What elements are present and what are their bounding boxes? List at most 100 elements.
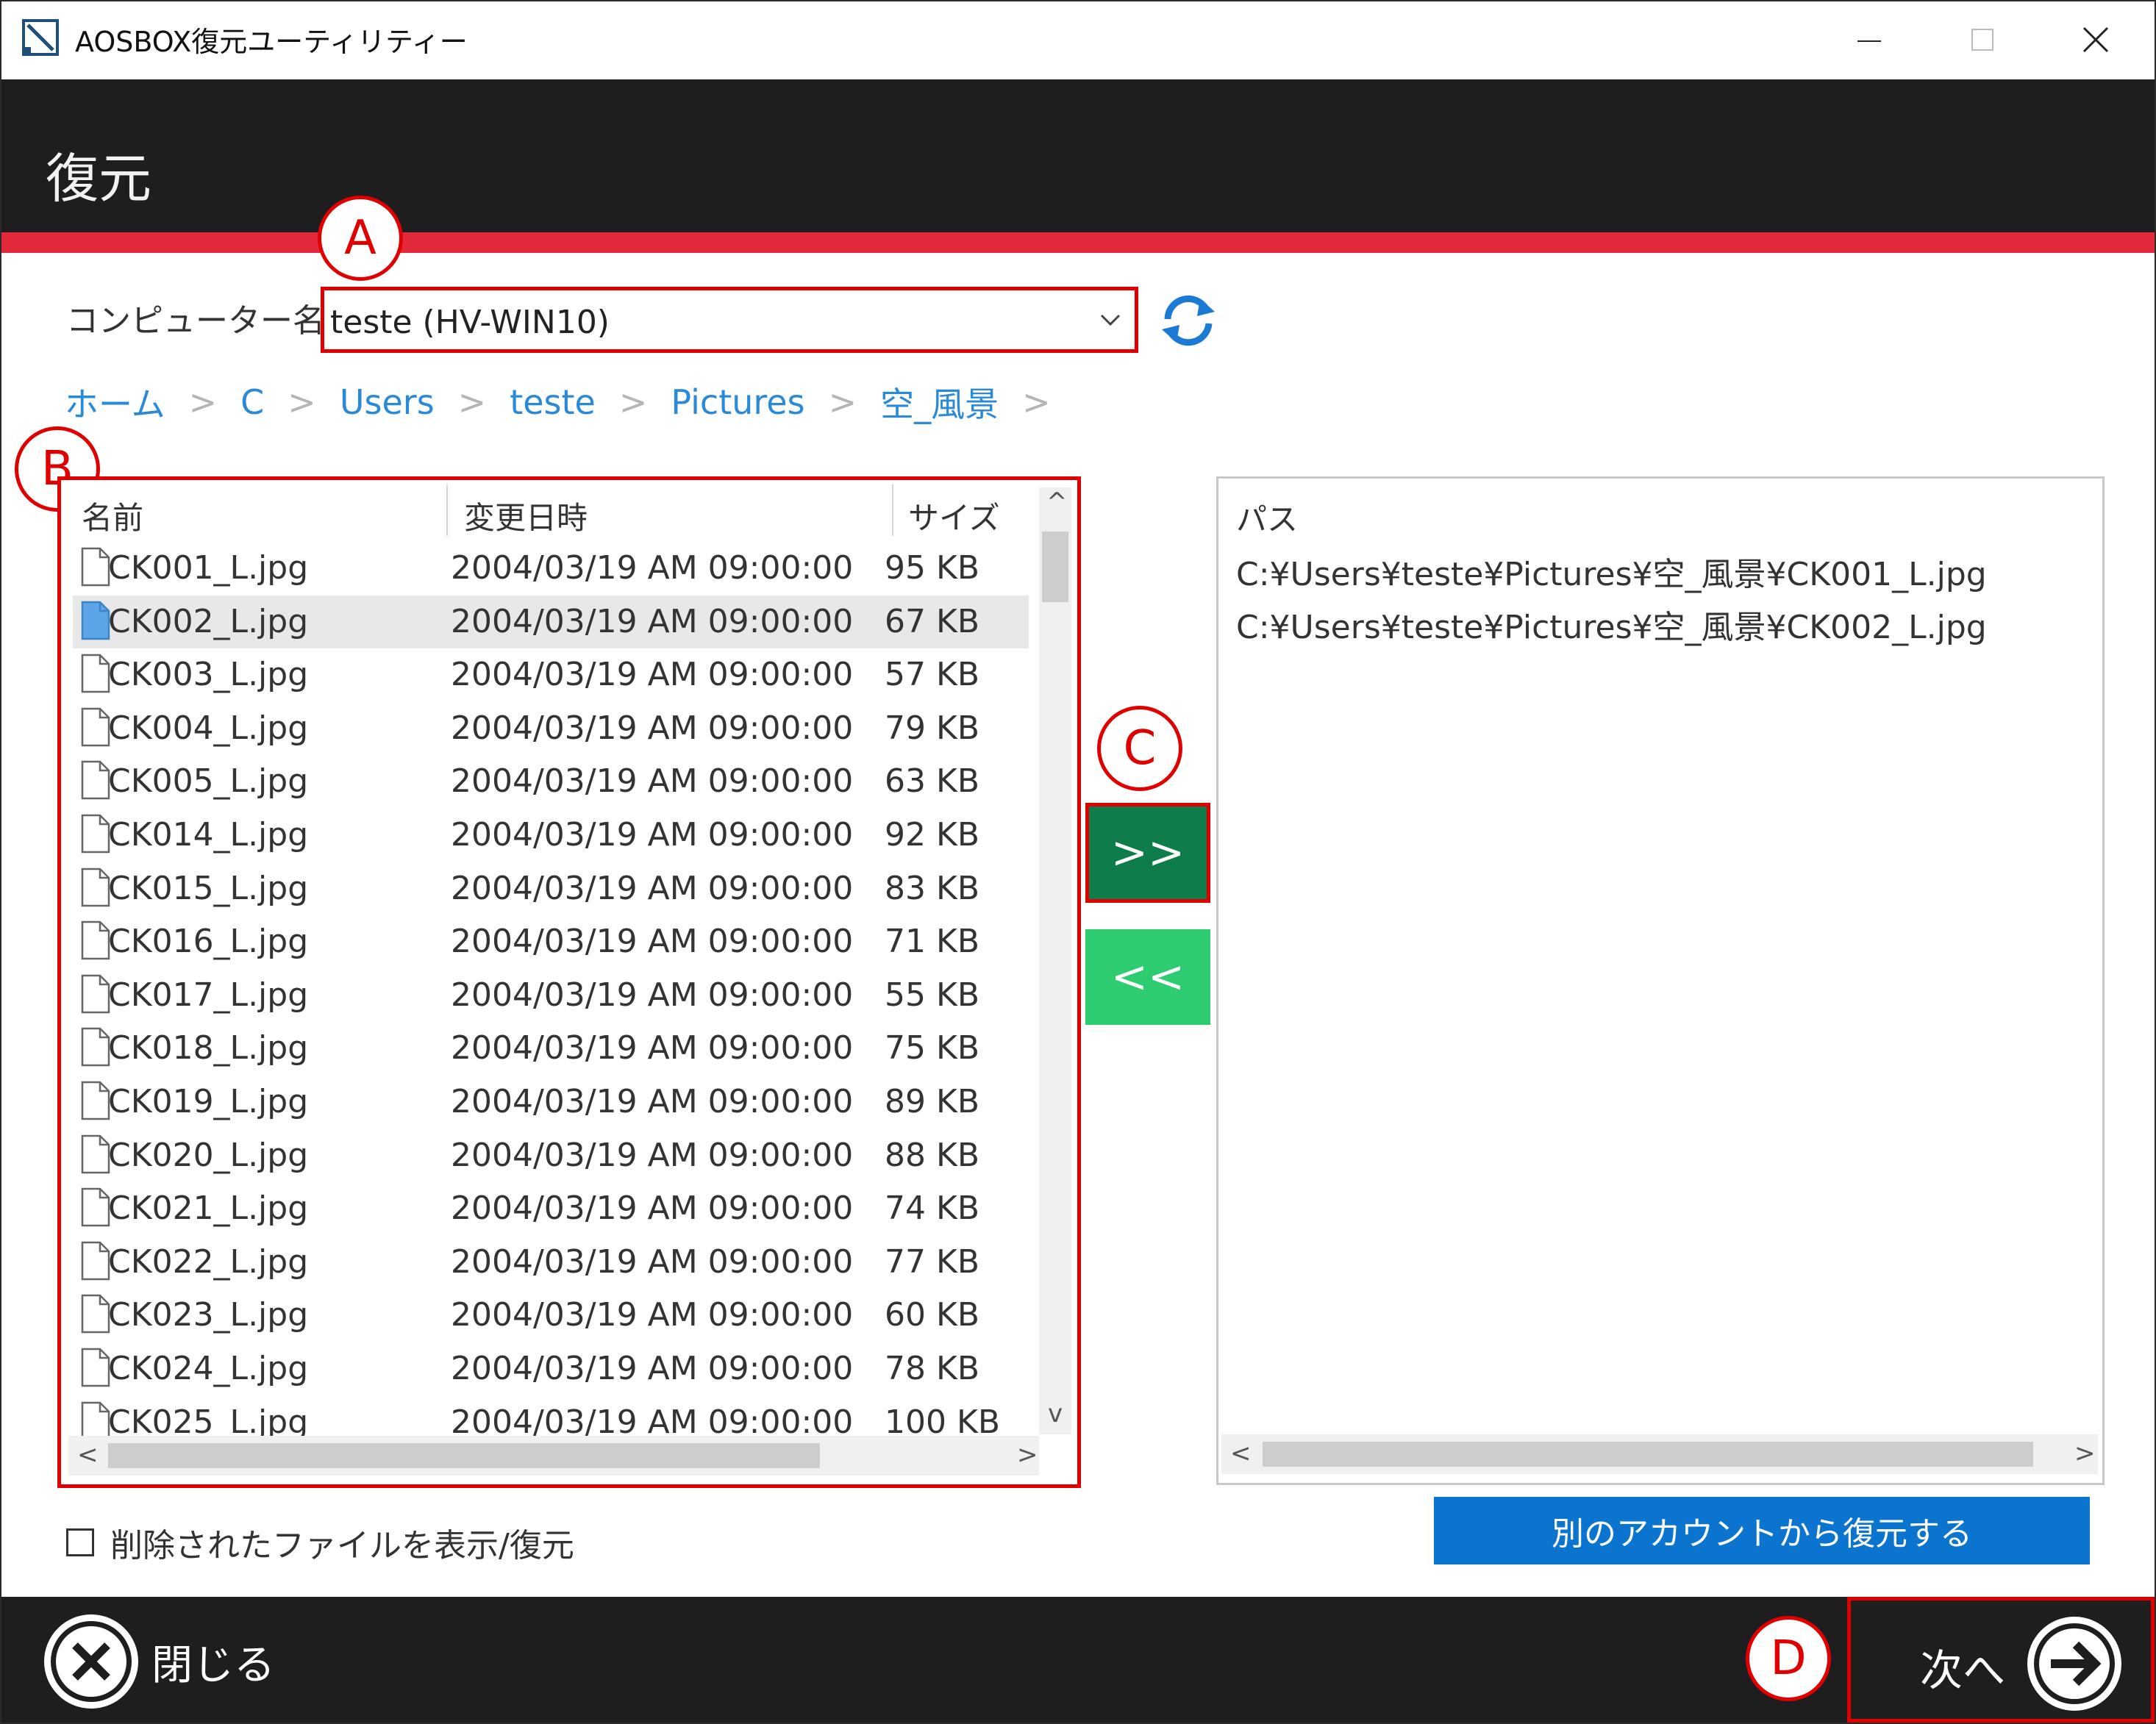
file-name: CK005_L.jpg: [108, 762, 309, 801]
file-icon: [81, 654, 110, 693]
file-name: CK002_L.jpg: [108, 602, 309, 640]
file-modified: 2004/03/19 AM 09:00:00: [451, 1136, 854, 1174]
file-row[interactable]: CK020_L.jpg 2004/03/19 AM 09:00:00 88 KB: [73, 1129, 1029, 1182]
scroll-up-arrow[interactable]: ^: [1046, 487, 1068, 517]
file-name: CK019_L.jpg: [108, 1083, 309, 1120]
file-row[interactable]: CK019_L.jpg 2004/03/19 AM 09:00:00 89 KB: [73, 1076, 1029, 1129]
file-icon: [81, 920, 110, 960]
maximize-button[interactable]: [1931, 10, 2034, 69]
breadcrumb-users[interactable]: Users: [340, 382, 435, 422]
file-row[interactable]: CK014_L.jpg 2004/03/19 AM 09:00:00 92 KB: [73, 809, 1029, 862]
breadcrumb-folder[interactable]: 空_風景: [880, 378, 999, 426]
file-size: 89 KB: [885, 1083, 980, 1120]
marker-c: C: [1097, 706, 1182, 791]
scroll-left-arrow[interactable]: <: [77, 1440, 99, 1470]
file-row[interactable]: CK018_L.jpg 2004/03/19 AM 09:00:00 75 KB: [73, 1022, 1029, 1075]
file-name: CK017_L.jpg: [108, 976, 309, 1014]
file-modified: 2004/03/19 AM 09:00:00: [451, 709, 854, 747]
file-row[interactable]: CK022_L.jpg 2004/03/19 AM 09:00:00 77 KB: [73, 1236, 1029, 1289]
breadcrumb-home[interactable]: ホーム: [65, 378, 165, 426]
app-window: AOSBOX復元ユーティリティー 復元 A コンピューター名: teste (H…: [0, 0, 2156, 1724]
horizontal-scrollbar[interactable]: < >: [1221, 1434, 2098, 1474]
refresh-icon[interactable]: [1154, 287, 1222, 354]
file-modified: 2004/03/19 AM 09:00:00: [451, 762, 854, 801]
file-row[interactable]: CK023_L.jpg 2004/03/19 AM 09:00:00 60 KB: [73, 1289, 1029, 1342]
file-name: CK020_L.jpg: [108, 1136, 309, 1174]
window-close-button[interactable]: [2044, 10, 2147, 69]
horizontal-scrollbar[interactable]: < >: [68, 1436, 1039, 1476]
show-deleted-option[interactable]: 削除されたファイルを表示/復元: [66, 1519, 574, 1566]
file-row[interactable]: CK016_L.jpg 2004/03/19 AM 09:00:00 71 KB: [73, 915, 1029, 968]
next-button[interactable]: 次へ: [1847, 1597, 2155, 1723]
column-divider[interactable]: [446, 484, 448, 536]
file-icon: [81, 1295, 110, 1334]
file-row[interactable]: CK024_L.jpg 2004/03/19 AM 09:00:00 78 KB: [73, 1342, 1029, 1395]
file-icon: [81, 1187, 110, 1227]
column-header-name[interactable]: 名前: [82, 493, 143, 538]
close-icon: [2082, 26, 2109, 53]
file-modified: 2004/03/19 AM 09:00:00: [451, 656, 854, 694]
file-row[interactable]: CK004_L.jpg 2004/03/19 AM 09:00:00 79 KB: [73, 702, 1029, 755]
file-modified: 2004/03/19 AM 09:00:00: [451, 923, 854, 961]
show-deleted-checkbox[interactable]: [66, 1528, 94, 1556]
file-name: CK024_L.jpg: [108, 1350, 309, 1387]
file-modified: 2004/03/19 AM 09:00:00: [451, 1083, 854, 1120]
file-size: 77 KB: [885, 1242, 980, 1281]
file-icon: [81, 868, 110, 906]
file-modified: 2004/03/19 AM 09:00:00: [451, 1403, 854, 1441]
scroll-right-arrow[interactable]: >: [1017, 1440, 1038, 1470]
breadcrumb-separator: >: [618, 382, 648, 422]
file-icon: [81, 707, 110, 747]
file-name: CK021_L.jpg: [108, 1190, 309, 1228]
close-button[interactable]: 閉じる: [40, 1610, 275, 1713]
path-row[interactable]: C:¥Users¥teste¥Pictures¥空_風景¥CK001_L.jpg: [1236, 548, 1987, 595]
file-name: CK003_L.jpg: [108, 656, 309, 694]
file-modified: 2004/03/19 AM 09:00:00: [451, 976, 854, 1014]
file-modified: 2004/03/19 AM 09:00:00: [451, 1242, 854, 1281]
scroll-left-arrow[interactable]: <: [1230, 1439, 1252, 1468]
file-size: 71 KB: [885, 923, 980, 961]
restore-from-other-account-button[interactable]: 別のアカウントから復元する: [1434, 1497, 2090, 1564]
path-row[interactable]: C:¥Users¥teste¥Pictures¥空_風景¥CK002_L.jpg: [1236, 601, 1987, 648]
remove-from-restore-button[interactable]: <<: [1085, 929, 1210, 1025]
file-modified: 2004/03/19 AM 09:00:00: [451, 549, 854, 587]
breadcrumb-c[interactable]: C: [240, 382, 264, 422]
file-row[interactable]: CK015_L.jpg 2004/03/19 AM 09:00:00 83 KB: [73, 862, 1029, 915]
title-bar: AOSBOX復元ユーティリティー: [1, 1, 2155, 79]
file-row[interactable]: CK002_L.jpg 2004/03/19 AM 09:00:00 67 KB: [73, 595, 1029, 648]
scroll-right-arrow[interactable]: >: [2074, 1439, 2096, 1468]
marker-a: A: [318, 196, 403, 281]
file-row[interactable]: CK003_L.jpg 2004/03/19 AM 09:00:00 57 KB: [73, 648, 1029, 701]
file-row[interactable]: CK021_L.jpg 2004/03/19 AM 09:00:00 74 KB: [73, 1182, 1029, 1235]
file-row[interactable]: CK005_L.jpg 2004/03/19 AM 09:00:00 63 KB: [73, 755, 1029, 808]
file-row[interactable]: CK017_L.jpg 2004/03/19 AM 09:00:00 55 KB: [73, 969, 1029, 1022]
file-size: 79 KB: [885, 709, 980, 747]
column-divider[interactable]: [892, 484, 893, 536]
file-size: 60 KB: [885, 1296, 980, 1334]
file-size: 95 KB: [885, 549, 980, 587]
app-logo-icon: [22, 19, 59, 56]
horizontal-scroll-thumb[interactable]: [1263, 1442, 2033, 1467]
file-name: CK016_L.jpg: [108, 923, 309, 961]
file-icon: [81, 814, 110, 854]
file-icon: [81, 1028, 110, 1067]
add-to-restore-button[interactable]: >>: [1085, 803, 1210, 903]
file-row[interactable]: CK001_L.jpg 2004/03/19 AM 09:00:00 95 KB: [73, 542, 1029, 595]
scroll-down-arrow[interactable]: v: [1048, 1399, 1063, 1428]
file-size: 75 KB: [885, 1029, 980, 1067]
vertical-scrollbar[interactable]: ^ v: [1039, 487, 1071, 1434]
computer-select[interactable]: teste (HV-WIN10): [321, 287, 1138, 353]
file-modified: 2004/03/19 AM 09:00:00: [451, 1029, 854, 1067]
minimize-button[interactable]: [1818, 10, 1921, 69]
file-size: 63 KB: [885, 762, 980, 801]
breadcrumb-pictures[interactable]: Pictures: [671, 382, 804, 422]
file-name: CK001_L.jpg: [108, 549, 309, 587]
page-header: 復元: [1, 79, 2155, 232]
vertical-scroll-thumb[interactable]: [1042, 532, 1068, 602]
computer-name-label: コンピューター名:: [66, 302, 336, 340]
breadcrumb-teste[interactable]: teste: [510, 382, 596, 422]
file-size: 67 KB: [885, 602, 980, 640]
horizontal-scroll-thumb[interactable]: [108, 1443, 820, 1468]
column-header-size[interactable]: サイズ: [908, 493, 1000, 538]
column-header-modified[interactable]: 変更日時: [464, 493, 588, 538]
